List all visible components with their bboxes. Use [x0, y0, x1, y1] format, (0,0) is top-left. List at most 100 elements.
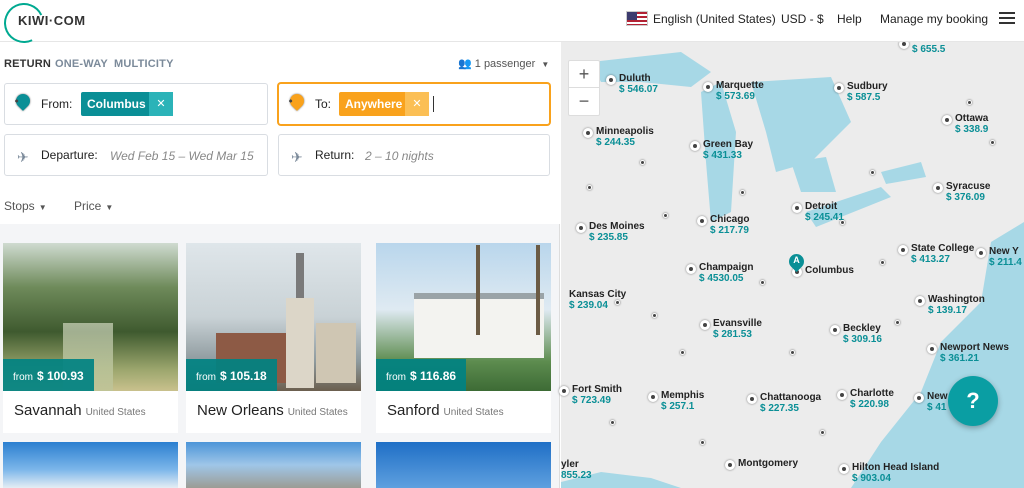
map-city-marker[interactable]: Chattanooga $ 227.35	[747, 392, 821, 414]
us-flag-icon[interactable]	[626, 11, 648, 26]
map-price: 855.23	[561, 470, 592, 481]
map-city-marker[interactable]: Green Bay $ 431.33	[690, 139, 754, 161]
map-city-marker[interactable]: Hilton Head Island $ 903.04	[839, 462, 939, 484]
map-city-name: New Y	[989, 246, 1019, 257]
map-price: $ 139.17	[928, 305, 967, 316]
help-icon[interactable]: ?	[948, 376, 998, 426]
results-panel: RETURN ONE-WAY MULTICITY 👥 1 passenger ▼…	[0, 42, 560, 488]
tab-multicity[interactable]: MULTICITY	[114, 58, 174, 70]
map-city-marker[interactable]: yler 855.23	[561, 459, 592, 481]
takeoff-icon: ✈	[17, 149, 29, 165]
map-minor-dot[interactable]	[760, 280, 765, 285]
map-city-marker[interactable]: Montgomery	[725, 458, 798, 470]
map-minor-dot[interactable]	[587, 185, 592, 190]
map-city-name: Charlotte	[850, 388, 894, 399]
destination-photo	[186, 442, 361, 488]
map-city-marker[interactable]: Newport News $ 361.21	[927, 342, 1009, 364]
map-minor-dot[interactable]	[895, 320, 900, 325]
map-minor-dot[interactable]	[820, 430, 825, 435]
map-minor-dot[interactable]	[663, 213, 668, 218]
hamburger-menu-icon[interactable]	[999, 12, 1015, 26]
map-minor-dot[interactable]	[740, 190, 745, 195]
destination-card[interactable]: from $ 100.93 Savannah United States	[3, 243, 178, 433]
map-city-marker[interactable]: Duluth $ 546.07	[606, 73, 658, 95]
map-city-marker[interactable]: Kansas City $ 239.04	[569, 289, 626, 311]
map-city-marker[interactable]: Detroit $ 245.41	[792, 201, 844, 223]
map-price: $ 431.33	[703, 150, 742, 161]
tab-one-way[interactable]: ONE-WAY	[55, 58, 108, 70]
map-minor-dot[interactable]	[880, 260, 885, 265]
city-name: Sanford	[387, 402, 440, 419]
map-city-marker[interactable]: Fort Smith $ 723.49	[559, 384, 622, 406]
help-link[interactable]: Help	[837, 12, 862, 26]
departure-label: Departure:	[41, 148, 98, 162]
map-price: $ 220.98	[850, 399, 889, 410]
map-city-name: Des Moines	[589, 221, 645, 232]
map-price: $ 4530.05	[699, 273, 744, 284]
map-city-name: Green Bay	[703, 139, 754, 150]
map-minor-dot[interactable]	[640, 160, 645, 165]
map-minor-dot[interactable]	[790, 350, 795, 355]
map-minor-dot[interactable]	[610, 420, 615, 425]
passengers-selector[interactable]: 👥 1 passenger ▼	[458, 57, 549, 70]
zoom-in-button[interactable]: +	[569, 61, 599, 88]
map-price: $ 361.21	[940, 353, 979, 364]
kiwi-logo-icon[interactable]: KIWI·COM	[0, 0, 85, 49]
map-city-marker[interactable]: Beckley $ 309.16	[830, 323, 882, 345]
to-field[interactable]: B To: Anywhere ✕	[278, 83, 550, 125]
map-city-marker[interactable]: Des Moines $ 235.85	[576, 221, 645, 243]
stops-filter[interactable]: Stops ▼	[4, 199, 47, 213]
stops-filter-label: Stops	[4, 199, 35, 213]
manage-booking-link[interactable]: Manage my booking	[880, 12, 988, 26]
map-city-marker[interactable]: Ottawa $ 338.9	[942, 113, 988, 135]
map-price: $ 723.49	[572, 395, 611, 406]
departure-field[interactable]: ✈ Departure: Wed Feb 15 – Wed Mar 15	[4, 134, 268, 176]
map-minor-dot[interactable]	[680, 350, 685, 355]
map-city-marker[interactable]: Evansville $ 281.53	[700, 318, 762, 340]
destination-card-partial[interactable]	[376, 442, 551, 488]
map-city-marker[interactable]: Charlotte $ 220.98	[837, 388, 894, 410]
zoom-out-button[interactable]: −	[569, 88, 599, 115]
map-price: $ 235.85	[589, 232, 628, 243]
map-minor-dot[interactable]	[990, 140, 995, 145]
map-minor-dot[interactable]	[967, 100, 972, 105]
map-city-name: New	[927, 391, 948, 402]
tab-return[interactable]: RETURN	[4, 58, 51, 70]
map-city-marker[interactable]: Marquette $ 573.69	[703, 80, 764, 102]
map-city-marker[interactable]: Syracuse $ 376.09	[933, 181, 990, 203]
map-price: $ 257.1	[661, 401, 695, 412]
currency-selector[interactable]: USD - $	[781, 12, 824, 26]
map-origin-marker[interactable]: Columbus	[792, 265, 854, 277]
remove-to-icon[interactable]: ✕	[405, 92, 429, 116]
destination-photo	[3, 442, 178, 488]
map-city-name: Beckley	[843, 323, 881, 334]
map-city-marker[interactable]: Washington $ 139.17	[915, 294, 985, 316]
destination-card[interactable]: from $ 116.86 Sanford United States	[376, 243, 551, 433]
map-city-marker[interactable]: Champaign $ 4530.05	[686, 262, 754, 284]
map-city-marker[interactable]: $ 655.5	[899, 39, 945, 55]
from-field[interactable]: A From: Columbus ✕	[4, 83, 268, 125]
map-city-marker[interactable]: New $ 41	[914, 391, 948, 413]
map-city-marker[interactable]: State College $ 413.27	[898, 243, 974, 265]
map-city-marker[interactable]: Chicago $ 217.79	[697, 214, 749, 236]
map-city-name: Columbus	[805, 265, 854, 276]
map-city-name: Champaign	[699, 262, 754, 273]
destination-card-partial[interactable]	[3, 442, 178, 488]
remove-from-icon[interactable]: ✕	[149, 92, 173, 116]
country-name: United States	[287, 407, 348, 418]
map-city-marker[interactable]: Memphis $ 257.1	[648, 390, 704, 412]
language-selector[interactable]: English (United States)	[653, 12, 776, 26]
return-field[interactable]: ✈ Return: 2 – 10 nights	[278, 134, 550, 176]
origin-pin-icon: A	[13, 91, 33, 113]
map-minor-dot[interactable]	[870, 170, 875, 175]
destination-card-partial[interactable]	[186, 442, 361, 488]
map-city-marker[interactable]: New Y $ 211.4	[976, 246, 1022, 268]
map-city-marker[interactable]: Sudbury $ 587.5	[834, 81, 888, 103]
map-minor-dot[interactable]	[652, 313, 657, 318]
map-price: $ 227.35	[760, 403, 799, 414]
map-minor-dot[interactable]	[700, 440, 705, 445]
destination-card[interactable]: from $ 105.18 New Orleans United States	[186, 243, 361, 433]
map-city-marker[interactable]: Minneapolis $ 244.35	[583, 126, 654, 148]
origin-pin-label: A	[793, 255, 800, 265]
price-filter[interactable]: Price ▼	[74, 199, 113, 213]
